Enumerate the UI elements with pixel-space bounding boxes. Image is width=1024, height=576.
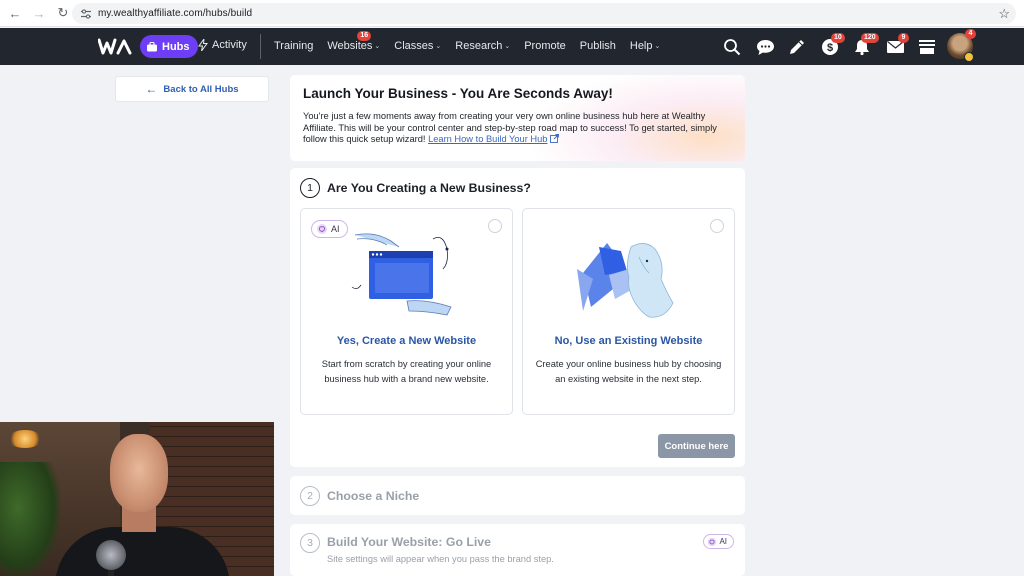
nav-divider	[260, 34, 261, 59]
briefcase-icon	[147, 41, 157, 51]
ai-badge: AI	[311, 220, 348, 238]
notifications-badge: 120	[861, 33, 879, 43]
ai-label: AI	[719, 537, 727, 546]
menu-websites[interactable]: Websites ⌄ 16	[327, 31, 381, 52]
option-description: Start from scratch by creating your onli…	[321, 359, 492, 384]
hubs-button[interactable]: Hubs	[140, 35, 198, 58]
top-navigation: Hubs Activity Training Websites ⌄ 16 Clas…	[0, 28, 1024, 65]
menu-label: Promote	[524, 40, 566, 52]
archive-icon[interactable]	[916, 36, 938, 58]
menu-help[interactable]: Help ⌄	[630, 40, 661, 52]
option-new-website[interactable]: AI Yes, Create a New Website Start from …	[300, 208, 513, 415]
menu-research[interactable]: Research ⌄	[455, 40, 510, 52]
crown-icon	[964, 52, 974, 62]
menu-label: Websites	[327, 40, 373, 52]
arrow-left-icon: ←	[145, 82, 158, 96]
chevron-down-icon: ⌄	[654, 43, 661, 50]
menu-publish[interactable]: Publish	[580, 40, 616, 52]
menu-label: Publish	[579, 40, 616, 52]
menu-label: Help	[629, 40, 653, 52]
microphone	[96, 540, 126, 570]
reload-icon[interactable]: ↻	[52, 2, 74, 24]
browser-window-illustration	[351, 233, 452, 316]
learn-how-label: Learn How to Build Your Hub	[428, 134, 548, 144]
bell-icon[interactable]: 120	[851, 33, 879, 58]
chevron-down-icon: ⌄	[504, 43, 511, 50]
dollar-icon[interactable]: $ 10	[819, 33, 845, 58]
presenter-head	[110, 434, 168, 512]
menu-training[interactable]: Training	[274, 40, 313, 52]
ai-badge: AI	[703, 534, 734, 549]
hand-pointer-illustration	[576, 243, 673, 318]
websites-count-badge: 16	[357, 31, 372, 41]
step-title: Are You Creating a New Business?	[327, 181, 531, 195]
ai-label: AI	[331, 224, 340, 234]
activity-link[interactable]: Activity	[198, 39, 247, 51]
pencil-icon[interactable]	[786, 36, 808, 58]
chevron-down-icon: ⌄	[374, 43, 381, 50]
page-title: Launch Your Business - You Are Seconds A…	[303, 86, 613, 101]
search-icon[interactable]	[721, 36, 743, 58]
bookmark-star-icon[interactable]: ☆	[998, 6, 1010, 22]
option-description: Create your online business hub by choos…	[535, 359, 722, 384]
wa-logo[interactable]	[98, 37, 132, 56]
step-1-card: 1 Are You Creating a New Business? AI Ye…	[290, 168, 745, 467]
lightning-icon	[198, 39, 208, 51]
back-label: Back to All Hubs	[163, 83, 239, 95]
brain-icon	[317, 224, 327, 234]
intro-card: Launch Your Business - You Are Seconds A…	[290, 75, 745, 161]
chat-icon[interactable]	[754, 36, 776, 58]
main-menu: Training Websites ⌄ 16 Classes ⌄ Research ⌄…	[274, 31, 674, 52]
option-title: Yes, Create a New Website	[336, 335, 477, 347]
url-text: my.wealthyaffiliate.com/hubs/build	[98, 8, 253, 19]
learn-how-link[interactable]: Learn How to Build Your Hub	[428, 134, 547, 144]
menu-classes[interactable]: Classes ⌄	[394, 40, 441, 52]
step-3-card[interactable]: 3 Build Your Website: Go Live Site setti…	[290, 524, 745, 576]
dollar-badge: 10	[831, 33, 845, 43]
step-number: 2	[300, 486, 320, 506]
address-bar[interactable]: my.wealthyaffiliate.com/hubs/build ☆	[72, 3, 1016, 24]
intro-text: You're just a few moments away from crea…	[303, 111, 733, 146]
back-arrow-icon[interactable]: ←	[4, 2, 26, 24]
lamp	[8, 430, 42, 448]
menu-label: Classes	[394, 40, 434, 52]
forward-arrow-icon[interactable]: →	[28, 2, 50, 24]
step-number: 1	[300, 178, 320, 198]
step-2-card[interactable]: 2 Choose a Niche	[290, 476, 745, 515]
option-existing-website[interactable]: No, Use an Existing Website Create your …	[522, 208, 735, 415]
menu-promote[interactable]: Promote	[524, 40, 566, 52]
radio-existing-website[interactable]	[710, 219, 724, 233]
browser-toolbar: ← → ↻ my.wealthyaffiliate.com/hubs/build…	[0, 0, 1024, 27]
step-subtitle: Site settings will appear when you pass …	[327, 554, 554, 564]
external-link-icon	[550, 134, 560, 143]
hubs-label: Hubs	[162, 40, 190, 53]
mail-badge: 9	[898, 33, 909, 43]
menu-label: Research	[455, 40, 503, 52]
step-title: Choose a Niche	[327, 489, 420, 503]
radio-new-website[interactable]	[488, 219, 502, 233]
chevron-down-icon: ⌄	[435, 43, 442, 50]
brain-icon	[708, 537, 717, 546]
step-number: 3	[300, 533, 320, 553]
site-settings-icon[interactable]	[80, 8, 92, 20]
svg-text:$: $	[827, 42, 833, 54]
option-title: No, Use an Existing Website	[554, 335, 703, 347]
step-title: Build Your Website: Go Live	[327, 535, 491, 549]
plant	[0, 462, 60, 576]
webcam-overlay	[0, 422, 274, 576]
avatar-badge: 4	[965, 29, 976, 39]
back-to-hubs-button[interactable]: ← Back to All Hubs	[115, 76, 269, 102]
menu-label: Training	[274, 40, 314, 52]
continue-button[interactable]: Continue here	[658, 434, 735, 458]
activity-label: Activity	[212, 39, 247, 51]
mail-icon[interactable]: 9	[884, 33, 909, 58]
